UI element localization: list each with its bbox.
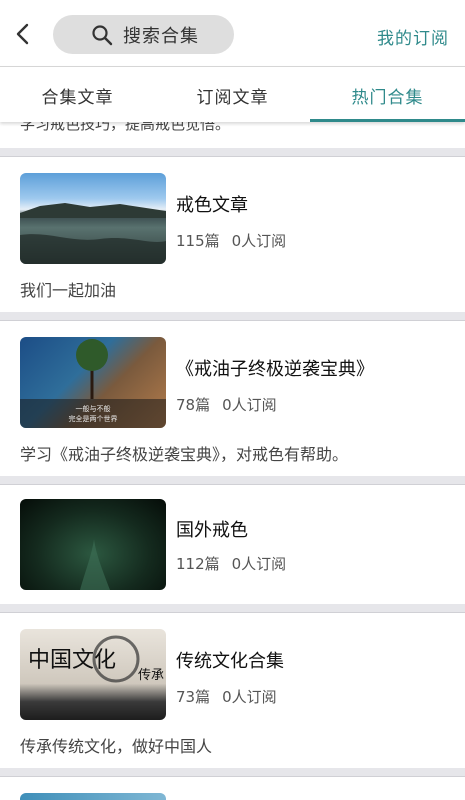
collection-title: 戒色文章 xyxy=(176,195,248,216)
collection-meta: 112篇 0人订阅 xyxy=(176,553,286,574)
article-count: 78篇 xyxy=(176,396,211,414)
collection-description: 传承传统文化，做好中国人 xyxy=(20,737,213,756)
thumb-calligraphy-text: 中国文化 xyxy=(28,648,116,673)
thumb-caption-line: 完全是两个世界 xyxy=(69,414,118,423)
next-collection-image xyxy=(20,793,166,800)
collection-card[interactable]: 戒色文章 115篇 0人订阅 我们一起加油 xyxy=(0,156,465,312)
collection-card[interactable] xyxy=(0,776,465,800)
collection-card[interactable]: 中国文化传承 传统文化合集 73篇 0人订阅 传承传统文化，做好中国人 xyxy=(0,612,465,768)
collection-title: 传统文化合集 xyxy=(176,651,284,672)
partial-item-description: 学习戒色技巧，提高戒色觉悟。 xyxy=(20,122,231,133)
active-tab-indicator xyxy=(310,119,465,122)
my-subscriptions-link[interactable]: 我的订阅 xyxy=(377,24,449,49)
search-placeholder: 搜索合集 xyxy=(123,25,199,47)
collection-list: 学习戒色技巧，提高戒色觉悟。 戒色文章 115篇 0人订阅 我们一起加油 一般与不… xyxy=(0,122,465,800)
article-count: 112篇 xyxy=(176,555,220,573)
collection-description: 学习《戒油子终极逆袭宝典》，对戒色有帮助。 xyxy=(20,445,349,464)
collection-card[interactable]: 一般与不般 完全是两个世界 《戒油子终极逆袭宝典》 78篇 0人订阅 学习《戒油子终… xyxy=(0,320,465,476)
search-icon xyxy=(92,25,113,46)
dark-forest-path-image xyxy=(20,499,166,590)
chinese-calligraphy-image: 中国文化传承 xyxy=(20,629,166,720)
thumb-caption-line: 一般与不般 xyxy=(76,404,111,413)
top-bar: 搜索合集 我的订阅 xyxy=(0,0,465,66)
tab-subscribed-articles[interactable]: 订阅文章 xyxy=(155,67,310,123)
tree-on-cliff-image: 一般与不般 完全是两个世界 xyxy=(20,337,166,428)
subscriber-count: 0人订阅 xyxy=(222,396,277,414)
partial-list-item[interactable]: 学习戒色技巧，提高戒色觉悟。 xyxy=(0,122,465,148)
subscriber-count: 0人订阅 xyxy=(222,688,277,706)
search-input[interactable]: 搜索合集 xyxy=(53,15,234,54)
thumb-calligraphy-text: 传承 xyxy=(138,668,164,683)
collection-meta: 73篇 0人订阅 xyxy=(176,686,277,707)
collection-meta: 78篇 0人订阅 xyxy=(176,394,277,415)
subscriber-count: 0人订阅 xyxy=(231,555,287,573)
collection-description: 我们一起加油 xyxy=(20,281,117,300)
collection-meta: 115篇 0人订阅 xyxy=(176,230,286,251)
tab-bar: 合集文章 订阅文章 热门合集 xyxy=(0,66,465,122)
collection-card[interactable]: 国外戒色 112篇 0人订阅 xyxy=(0,484,465,604)
subscriber-count: 0人订阅 xyxy=(231,232,287,250)
article-count: 73篇 xyxy=(176,688,211,706)
chevron-left-icon xyxy=(16,23,29,45)
collection-title: 《戒油子终极逆袭宝典》 xyxy=(176,359,374,380)
tab-collection-articles[interactable]: 合集文章 xyxy=(0,67,155,123)
back-button[interactable] xyxy=(8,18,36,50)
article-count: 115篇 xyxy=(176,232,220,250)
lake-landscape-image xyxy=(20,173,166,264)
collection-title: 国外戒色 xyxy=(176,520,248,541)
tab-hot-collections[interactable]: 热门合集 xyxy=(310,67,465,123)
